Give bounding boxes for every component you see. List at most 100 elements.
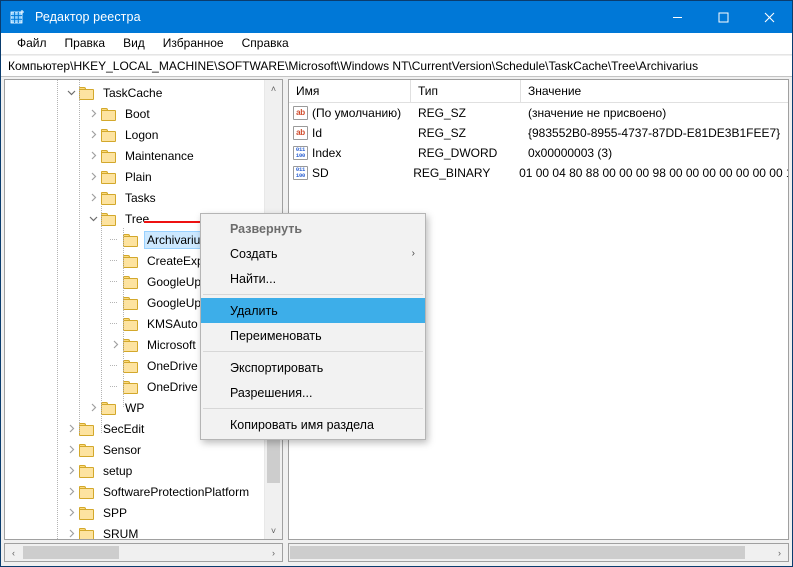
tree-guide-line: [110, 260, 118, 261]
chevron-right-icon[interactable]: [63, 463, 79, 479]
value-type-cell: REG_DWORD: [418, 146, 498, 160]
chevron-right-icon[interactable]: [85, 127, 101, 143]
chevron-down-icon[interactable]: [63, 85, 79, 101]
chevron-right-icon[interactable]: [85, 148, 101, 164]
tree-item[interactable]: Plain: [5, 166, 265, 187]
folder-icon: [101, 128, 117, 142]
tree-item-label: Sensor: [103, 442, 142, 457]
menu-help[interactable]: Справка: [233, 34, 298, 53]
tree-item-label: WP: [125, 400, 145, 415]
tree-vertical-scroll-thumb[interactable]: [267, 437, 280, 483]
tree-item-label: SRUM: [103, 526, 139, 540]
context-menu-item[interactable]: Переименовать: [201, 323, 425, 348]
context-menu-item[interactable]: Разрешения...: [201, 380, 425, 405]
tree-item[interactable]: setup: [5, 460, 265, 481]
tree-item[interactable]: Maintenance: [5, 145, 265, 166]
minimize-button[interactable]: [654, 1, 700, 33]
context-menu-item-label: Создать: [230, 246, 278, 261]
tree-item-label: SoftwareProtectionPlatform: [103, 484, 250, 499]
tree-item[interactable]: Boot: [5, 103, 265, 124]
values-column-name[interactable]: Имя: [289, 80, 411, 102]
folder-icon: [123, 233, 139, 247]
chevron-right-icon[interactable]: [85, 106, 101, 122]
folder-icon: [101, 401, 117, 415]
address-bar[interactable]: Компьютер\HKEY_LOCAL_MACHINE\SOFTWARE\Mi…: [1, 56, 792, 77]
menu-view[interactable]: Вид: [114, 34, 154, 53]
registry-path[interactable]: Компьютер\HKEY_LOCAL_MACHINE\SOFTWARE\Mi…: [1, 59, 698, 73]
chevron-right-icon[interactable]: [85, 190, 101, 206]
value-row[interactable]: 011 100 Index REG_DWORD 0x00000003 (3): [289, 143, 788, 163]
values-column-value[interactable]: Значение: [521, 80, 788, 102]
value-row[interactable]: ab (По умолчанию) REG_SZ (значение не присв…: [289, 103, 788, 123]
context-menu-item[interactable]: Копировать имя раздела: [201, 412, 425, 437]
chevron-right-icon[interactable]: [85, 400, 101, 416]
tree-horizontal-scrollbar[interactable]: ‹ ›: [4, 543, 283, 562]
tree-scroll-left-arrow-icon[interactable]: ‹: [5, 544, 22, 561]
tree-item[interactable]: SoftwareProtectionPlatform: [5, 481, 265, 502]
chevron-right-icon[interactable]: [63, 421, 79, 437]
tree-guide-line: [110, 386, 118, 387]
string-value-icon: ab: [293, 106, 308, 120]
binary-value-icon: 011 100: [293, 166, 308, 180]
context-menu-item[interactable]: Создать ›: [201, 241, 425, 266]
tree-horizontal-scroll-thumb[interactable]: [23, 546, 119, 559]
value-data-cell: 01 00 04 80 88 00 00 00 98 00 00 00 00 0…: [519, 166, 788, 180]
values-scroll-right-arrow-icon[interactable]: ›: [771, 544, 788, 561]
submenu-arrow-icon: ›: [411, 248, 415, 259]
tree-guide-line: [110, 302, 118, 303]
tree-item-label: TaskCache: [103, 85, 163, 100]
tree-item[interactable]: Tasks: [5, 187, 265, 208]
context-menu-item-label: Развернуть: [230, 221, 303, 236]
scroll-up-arrow-icon[interactable]: ˄: [265, 80, 282, 97]
chevron-right-icon[interactable]: [63, 526, 79, 540]
tree-guide-line: [110, 365, 118, 366]
tree-item[interactable]: Sensor: [5, 439, 265, 460]
registry-editor-window: Редактор реестра Файл Правка Вид Избранн…: [0, 0, 793, 567]
value-type-cell: REG_SZ: [418, 126, 467, 140]
window-title: Редактор реестра: [35, 10, 141, 24]
close-button[interactable]: [746, 1, 792, 33]
value-name-cell: ab Id: [289, 126, 411, 140]
string-value-icon: ab: [293, 126, 308, 140]
folder-icon: [79, 443, 95, 457]
scroll-down-arrow-icon[interactable]: ˅: [265, 522, 282, 539]
context-menu-item-label: Экспортировать: [230, 360, 324, 375]
value-type-cell: REG_BINARY: [413, 166, 491, 180]
tree-guide-line: [110, 239, 118, 240]
chevron-right-icon[interactable]: [107, 337, 123, 353]
tree-scroll-right-arrow-icon[interactable]: ›: [265, 544, 282, 561]
tree-item[interactable]: TaskCache: [5, 82, 265, 103]
value-name-cell: 011 100 Index: [289, 146, 411, 160]
chevron-right-icon[interactable]: [63, 484, 79, 500]
menu-edit[interactable]: Правка: [56, 34, 115, 53]
chevron-right-icon[interactable]: [63, 442, 79, 458]
values-horizontal-scroll-thumb[interactable]: [290, 546, 745, 559]
maximize-button[interactable]: [700, 1, 746, 33]
tree-item[interactable]: SPP: [5, 502, 265, 523]
tree-item[interactable]: SRUM: [5, 523, 265, 539]
tree-item-label: setup: [103, 463, 133, 478]
folder-icon: [79, 506, 95, 520]
chevron-right-icon[interactable]: [63, 505, 79, 521]
tree-item-label: Boot: [125, 106, 150, 121]
values-column-headers: Имя Тип Значение: [289, 80, 788, 103]
context-menu-item[interactable]: Найти...: [201, 266, 425, 291]
menu-file[interactable]: Файл: [8, 34, 56, 53]
registry-key-context-menu[interactable]: Развернуть Создать › Найти... Удалить Переиме…: [200, 213, 426, 440]
values-column-type[interactable]: Тип: [411, 80, 521, 102]
chevron-down-icon[interactable]: [85, 211, 101, 227]
folder-icon: [101, 191, 117, 205]
folder-icon: [123, 296, 139, 310]
value-row[interactable]: ab Id REG_SZ {983552B0-8955-4737-87DD-E81DE…: [289, 123, 788, 143]
folder-icon: [123, 359, 139, 373]
menu-favorites[interactable]: Избранное: [154, 34, 233, 53]
title-bar[interactable]: Редактор реестра: [1, 1, 792, 33]
value-row[interactable]: 011 100 SD REG_BINARY 01 00 04 80 88 00 00 0…: [289, 163, 788, 183]
tree-item[interactable]: Logon: [5, 124, 265, 145]
chevron-right-icon[interactable]: [85, 169, 101, 185]
values-horizontal-scrollbar[interactable]: ‹ ›: [288, 543, 789, 562]
context-menu-item[interactable]: Экспортировать: [201, 355, 425, 380]
context-menu-item[interactable]: Удалить: [201, 298, 425, 323]
registry-editor-icon: [10, 9, 26, 25]
context-menu-separator: [203, 408, 423, 409]
